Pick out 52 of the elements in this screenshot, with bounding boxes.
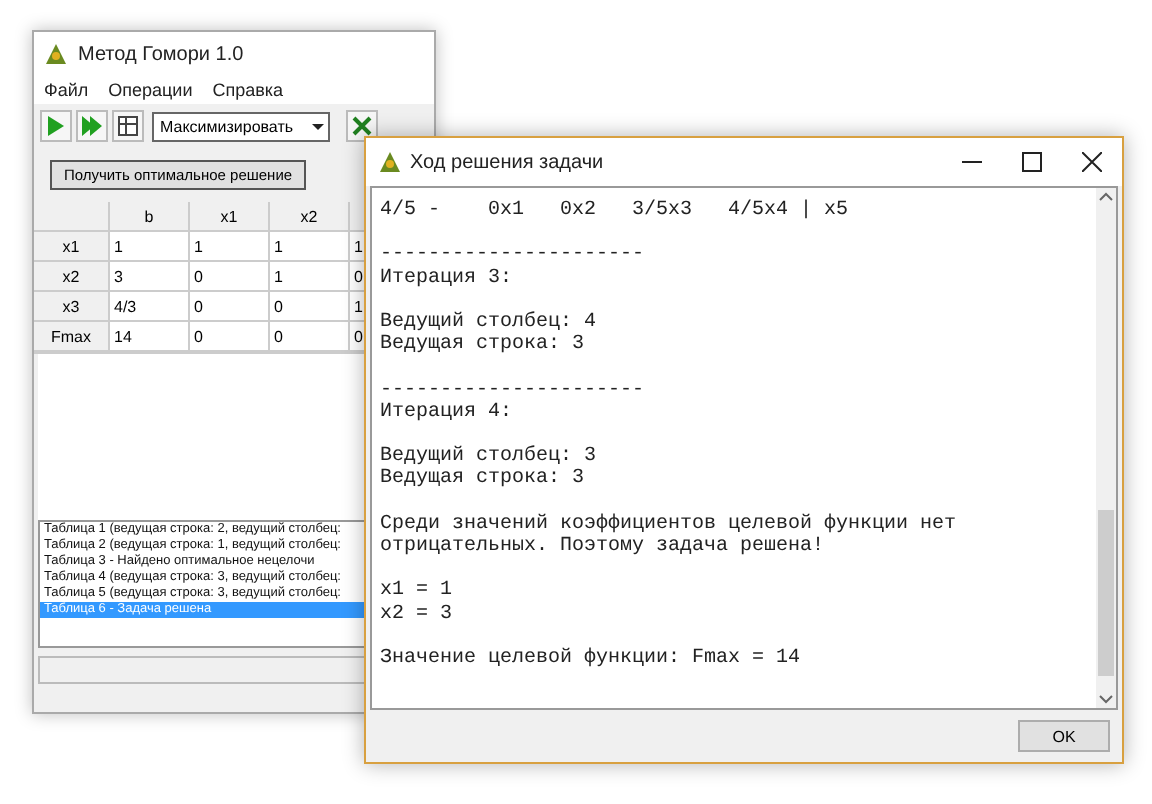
ok-button[interactable]: OK: [1018, 720, 1110, 752]
log-line: 4/5 - 0x1 0x2 3/5x3 4/5x4 | x5: [380, 200, 851, 223]
menu-item[interactable]: Операции: [108, 80, 193, 100]
log-line: ----------------------: [380, 379, 647, 402]
table-cell: 0: [190, 322, 270, 352]
dropdown-value: Максимизировать: [160, 117, 294, 135]
app-icon: [378, 150, 402, 174]
log-line: x1 = 1: [380, 580, 455, 604]
app-icon: [44, 42, 68, 66]
table-cell: 4/3: [110, 292, 190, 322]
table-cell: 1: [110, 232, 190, 262]
table-cell: 1: [190, 232, 270, 262]
row-header: Fmax: [34, 322, 110, 352]
log-line: отрицательных. Поэтому задача решена!: [380, 535, 827, 559]
row-header: x1: [34, 232, 110, 262]
table-cell: 0: [190, 292, 270, 322]
cross-icon: [352, 116, 372, 136]
mode-dropdown[interactable]: Максимизировать: [152, 111, 330, 141]
log-line: Среди значений коэффициентов целевой функции нет: [380, 513, 959, 536]
column-header: x1: [190, 202, 270, 232]
table-cell: 0: [190, 262, 270, 292]
menu-item[interactable]: Файл: [44, 80, 89, 100]
run-button[interactable]: [40, 110, 72, 142]
log-line: Ведущая строка: 3: [380, 468, 587, 492]
table-cell: 14: [110, 322, 190, 352]
column-header: x2: [270, 202, 350, 232]
step-icon: [82, 116, 102, 136]
row-header: x2: [34, 262, 110, 292]
column-header: b: [110, 202, 190, 232]
log-textarea[interactable]: [370, 186, 1118, 710]
table-cell: 1: [270, 232, 350, 262]
maximize-icon: [1022, 152, 1042, 172]
log-line: Значение целевой функции: Fmax = 14: [380, 647, 803, 671]
table-cell: 0: [270, 322, 350, 352]
log-line: Итерация 4:: [380, 401, 515, 424]
window-title: Метод Гомори 1.0: [78, 43, 244, 65]
table-icon: [118, 116, 138, 136]
table-cell: 1: [270, 262, 350, 292]
close-icon: [1082, 152, 1102, 172]
menu-item[interactable]: Справка: [212, 80, 284, 100]
table-cell: 3: [110, 262, 190, 292]
table-cell: 0: [270, 292, 350, 322]
row-header: x3: [34, 292, 110, 322]
scroll-down-icon: [1098, 692, 1114, 708]
clear-button[interactable]: [346, 110, 378, 142]
scroll-up-icon: [1098, 188, 1114, 204]
log-line: Ведущий столбец: 3: [380, 446, 599, 469]
scrollbar[interactable]: [1096, 188, 1116, 708]
table-button[interactable]: [112, 110, 144, 142]
scroll-thumb[interactable]: [1098, 510, 1114, 677]
dialog-title: Ход решения задачи: [410, 151, 604, 173]
play-icon: [48, 116, 64, 136]
